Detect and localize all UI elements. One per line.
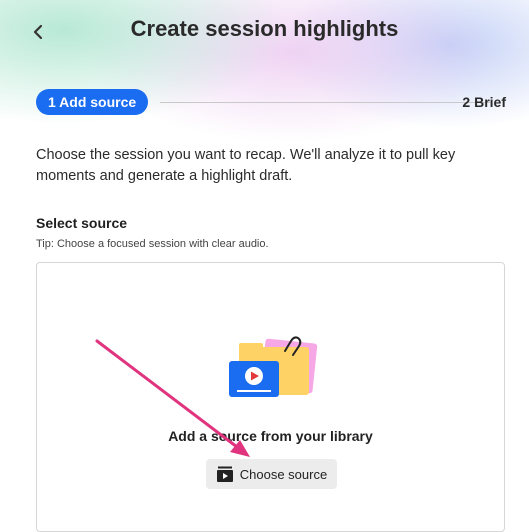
video-folder-illustration xyxy=(229,336,318,397)
page-title: Create session highlights xyxy=(130,16,399,41)
select-source-tip: Tip: Choose a focused session with clear… xyxy=(36,238,269,250)
choose-source-label: Choose source xyxy=(239,466,328,482)
step-add-source[interactable]: 1 Add source xyxy=(36,89,149,115)
stepper: 1 Add source 2 Brief xyxy=(36,89,506,115)
step-brief[interactable]: 2 Brief xyxy=(462,89,506,115)
dropzone-title: Add a source from your library xyxy=(168,428,373,444)
library-play-icon xyxy=(216,466,233,482)
select-source-label: Select source xyxy=(36,215,128,231)
page-description: Choose the session you want to recap. We… xyxy=(36,147,456,184)
stepper-divider xyxy=(160,102,490,103)
choose-source-button[interactable]: Choose source xyxy=(206,459,337,489)
